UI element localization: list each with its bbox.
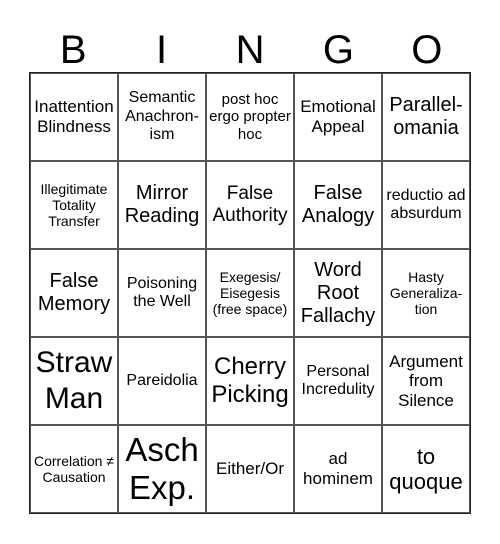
bingo-cell[interactable]: Parallel-omania xyxy=(382,73,470,161)
bingo-cell[interactable]: to quoque xyxy=(382,425,470,513)
bingo-cell[interactable]: post hoc ergo propter hoc xyxy=(206,73,294,161)
bingo-cell[interactable]: Illegitimate Totality Transfer xyxy=(30,161,118,249)
bingo-cell[interactable]: False Memory xyxy=(30,249,118,337)
bingo-cell[interactable]: Asch Exp. xyxy=(118,425,206,513)
bingo-cell[interactable]: Personal Incredulity xyxy=(294,337,382,425)
bingo-board: Inattention Blindness Semantic Anachron-… xyxy=(29,72,471,514)
bingo-cell[interactable]: Cherry Picking xyxy=(206,337,294,425)
bingo-cell[interactable]: Hasty Generaliza-tion xyxy=(382,249,470,337)
bingo-cell[interactable]: Word Root Fallachy xyxy=(294,249,382,337)
bingo-cell[interactable]: Semantic Anachron-ism xyxy=(118,73,206,161)
header-letter-g: G xyxy=(322,28,354,72)
bingo-cell[interactable]: False Authority xyxy=(206,161,294,249)
bingo-cell[interactable]: Inattention Blindness xyxy=(30,73,118,161)
bingo-cell[interactable]: Emotional Appeal xyxy=(294,73,382,161)
header-letter-n: N xyxy=(235,28,265,72)
bingo-cell[interactable]: Pareidolia xyxy=(118,337,206,425)
bingo-cell[interactable]: Mirror Reading xyxy=(118,161,206,249)
bingo-cell[interactable]: reductio ad absurdum xyxy=(382,161,470,249)
bingo-cell[interactable]: Straw Man xyxy=(30,337,118,425)
bingo-cell[interactable]: Correlation ≠ Causation xyxy=(30,425,118,513)
bingo-cell-free-space[interactable]: Exegesis/ Eisegesis (free space) xyxy=(206,249,294,337)
header-letter-i: I xyxy=(156,28,168,72)
header-letter-o: O xyxy=(411,28,443,72)
bingo-cell[interactable]: Either/Or xyxy=(206,425,294,513)
bingo-header: B I N G O xyxy=(29,28,471,72)
bingo-cell[interactable]: Poisoning the Well xyxy=(118,249,206,337)
bingo-cell[interactable]: Argument from Silence xyxy=(382,337,470,425)
header-letter-b: B xyxy=(59,28,87,72)
bingo-cell[interactable]: False Analogy xyxy=(294,161,382,249)
bingo-cell[interactable]: ad hominem xyxy=(294,425,382,513)
